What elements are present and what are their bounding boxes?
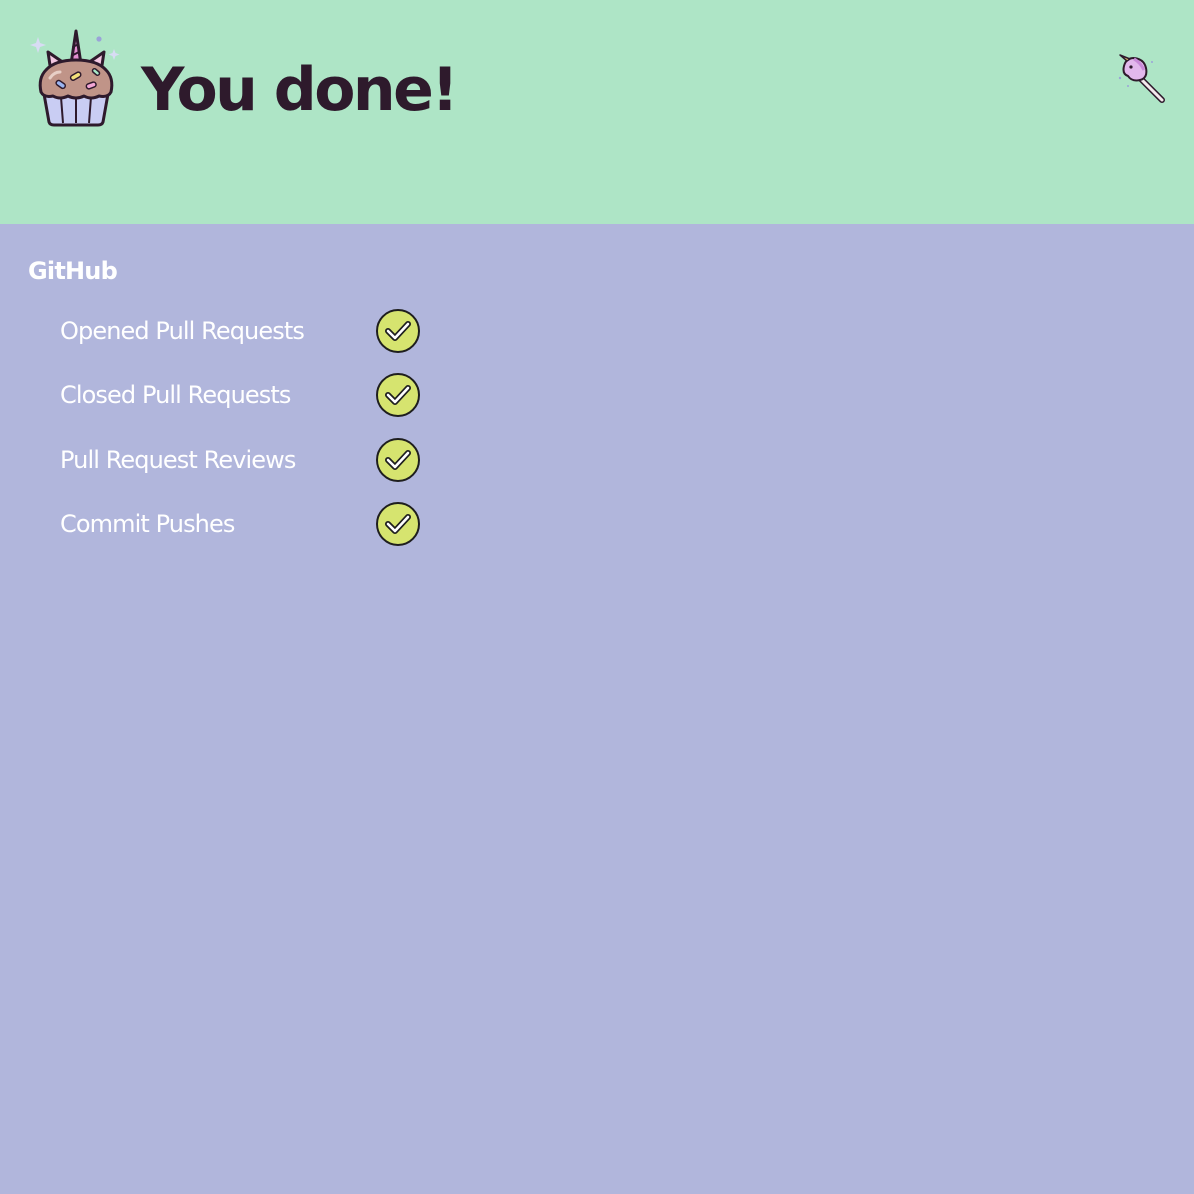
unicorn-cupcake-icon xyxy=(30,29,120,127)
item-label: Opened Pull Requests xyxy=(60,317,305,345)
item-label: Commit Pushes xyxy=(60,510,235,538)
item-label: Pull Request Reviews xyxy=(60,446,296,474)
unicorn-wand-icon[interactable] xyxy=(1114,52,1168,106)
list-item-pull-request-reviews: Pull Request Reviews xyxy=(60,436,430,482)
list-item-opened-pull-requests: Opened Pull Requests xyxy=(60,307,430,353)
check-circle-icon xyxy=(376,502,420,546)
item-label: Closed Pull Requests xyxy=(60,381,291,409)
page-title: You done! xyxy=(141,55,459,125)
check-circle-icon xyxy=(376,309,420,353)
list-item-commit-pushes: Commit Pushes xyxy=(60,500,430,546)
main-content: GitHub Opened Pull Requests Closed Pull … xyxy=(0,224,1194,1194)
check-circle-icon xyxy=(376,373,420,417)
section-title: GitHub xyxy=(28,257,118,285)
header: You done! xyxy=(0,0,1194,224)
check-circle-icon xyxy=(376,438,420,482)
list-item-closed-pull-requests: Closed Pull Requests xyxy=(60,371,430,417)
